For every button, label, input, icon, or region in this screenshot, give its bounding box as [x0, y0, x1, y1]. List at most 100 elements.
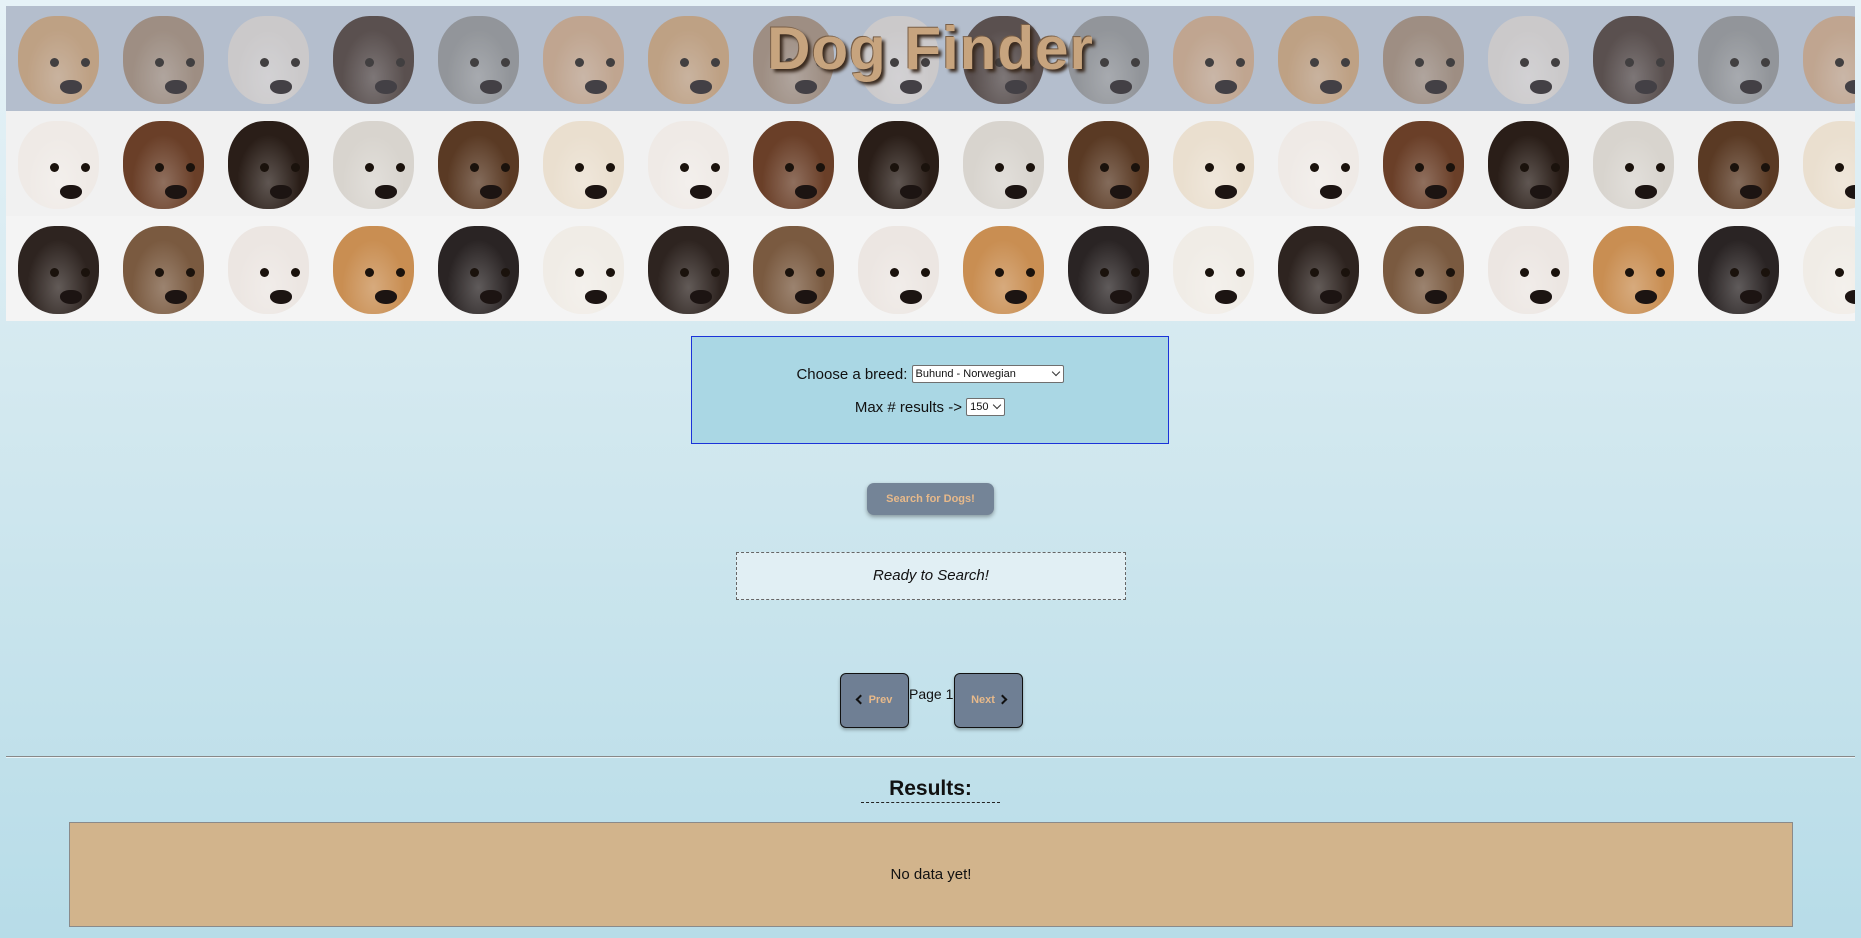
dog-eye: [1835, 268, 1844, 277]
dog-face: [858, 226, 939, 314]
search-button[interactable]: Search for Dogs!: [867, 483, 994, 515]
dog-eye: [1341, 268, 1350, 277]
dog-nose: [1845, 185, 1855, 199]
dog-eye: [1520, 268, 1529, 277]
dog-eye: [1205, 163, 1214, 172]
dog-eye: [1625, 268, 1634, 277]
dog-eye: [1520, 163, 1529, 172]
dog-nose: [1740, 185, 1762, 199]
dog-face: [1803, 226, 1855, 314]
dog-face: [1488, 121, 1569, 209]
dog-nose: [795, 185, 817, 199]
dog-face: [1068, 121, 1149, 209]
dog-eye: [1310, 163, 1319, 172]
chevron-right-icon: [997, 694, 1008, 705]
dog-photo-tile: [1686, 216, 1791, 321]
dog-photo-tile: [1056, 216, 1161, 321]
dog-eye: [1131, 268, 1140, 277]
dog-nose: [690, 185, 712, 199]
dog-nose: [795, 290, 817, 304]
prev-page-button[interactable]: Prev: [840, 673, 909, 728]
prev-label: Prev: [868, 694, 893, 706]
dog-nose: [1845, 290, 1855, 304]
dog-face: [1698, 226, 1779, 314]
dog-photo-tile: [1476, 216, 1581, 321]
breed-select[interactable]: Buhund - Norwegian: [911, 364, 1064, 383]
dog-eye: [1205, 268, 1214, 277]
dog-photo-tile: [636, 216, 741, 321]
dog-photo-tile: [1686, 111, 1791, 216]
dog-nose: [900, 290, 922, 304]
dog-eye: [890, 163, 899, 172]
divider: [6, 756, 1855, 758]
dog-nose: [165, 185, 187, 199]
dog-eye: [1310, 268, 1319, 277]
dog-eye: [396, 163, 405, 172]
dog-eye: [680, 268, 689, 277]
dog-eye: [995, 268, 1004, 277]
dog-eye: [1236, 268, 1245, 277]
dog-nose: [1635, 185, 1657, 199]
dog-nose: [1215, 290, 1237, 304]
dog-eye: [396, 268, 405, 277]
dog-eye: [1835, 163, 1844, 172]
dog-face: [1173, 121, 1254, 209]
dog-eye: [1551, 268, 1560, 277]
dog-eye: [921, 268, 930, 277]
dog-nose: [1215, 185, 1237, 199]
max-results-label: Max # results ->: [854, 399, 962, 416]
dog-eye: [186, 268, 195, 277]
dog-photo-tile: [951, 111, 1056, 216]
max-results-select-value: 150: [970, 400, 989, 413]
dog-eye: [1730, 163, 1739, 172]
dog-photo-tile: [1581, 216, 1686, 321]
dog-eye: [921, 163, 930, 172]
dog-nose: [585, 185, 607, 199]
next-page-button[interactable]: Next: [954, 673, 1023, 728]
dog-nose: [1530, 290, 1552, 304]
dog-eye: [1730, 268, 1739, 277]
dog-nose: [375, 290, 397, 304]
dog-nose: [900, 185, 922, 199]
dog-eye: [1656, 163, 1665, 172]
dog-photo-tile: [741, 111, 846, 216]
dog-photo-tile: [1056, 111, 1161, 216]
breed-select-value: Buhund - Norwegian: [915, 367, 1016, 380]
dog-photo-tile: [6, 216, 111, 321]
results-heading-text: Results:: [861, 777, 1000, 803]
dog-eye: [606, 163, 615, 172]
dog-face: [228, 226, 309, 314]
dog-eye: [816, 268, 825, 277]
dog-nose: [1320, 290, 1342, 304]
dog-photo-tile: [321, 111, 426, 216]
dog-photo-tile: [531, 216, 636, 321]
dog-eye: [1446, 268, 1455, 277]
page: Dog Finder Choose a breed: Buhund - Norw…: [0, 0, 1861, 938]
dog-eye: [575, 163, 584, 172]
dog-face: [333, 121, 414, 209]
dog-photo-tile: [216, 111, 321, 216]
dog-face: [753, 121, 834, 209]
dog-eye: [501, 163, 510, 172]
dog-nose: [1635, 290, 1657, 304]
dog-photo-tile: [426, 111, 531, 216]
dog-photo-tile: [111, 216, 216, 321]
dog-eye: [1100, 268, 1109, 277]
dog-photo-tile: [1161, 111, 1266, 216]
dog-photo-tile: [1791, 216, 1855, 321]
dog-eye: [501, 268, 510, 277]
dog-face: [228, 121, 309, 209]
dog-eye: [995, 163, 1004, 172]
dog-face: [438, 121, 519, 209]
dog-nose: [480, 290, 502, 304]
max-results-select[interactable]: 150: [966, 397, 1006, 416]
dog-eye: [1625, 163, 1634, 172]
dog-eye: [711, 163, 720, 172]
page-title: Dog Finder: [767, 15, 1094, 82]
dog-face: [963, 121, 1044, 209]
dog-photo-tile: [846, 111, 951, 216]
dog-eye: [470, 163, 479, 172]
dog-photo-tile: [741, 216, 846, 321]
dog-face: [543, 121, 624, 209]
dog-nose: [1740, 290, 1762, 304]
